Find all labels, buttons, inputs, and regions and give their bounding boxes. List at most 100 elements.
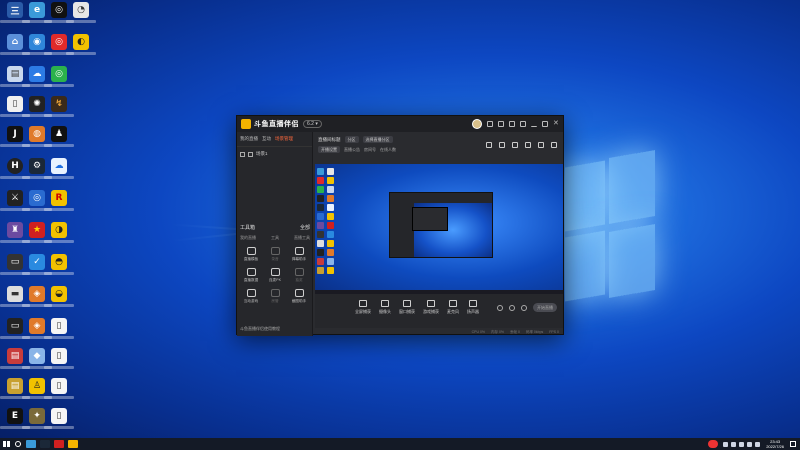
desktop-icon[interactable]: ▯ [44,318,74,339]
room-category[interactable]: 分区 [344,136,359,143]
tool-icon [294,289,304,297]
desktop-icon[interactable]: ◔ [66,2,96,23]
share-icon[interactable] [486,142,492,148]
tool-label: 录音 [271,257,279,261]
monitor-icon [359,300,367,307]
lock-icon[interactable] [248,151,253,157]
desktop-icon[interactable]: ▯ [44,408,74,429]
start-button[interactable] [0,438,12,450]
menu-icon[interactable] [520,121,526,127]
desktop-icon[interactable]: ▯ [44,348,74,369]
filter-icon[interactable] [509,304,515,311]
tool-item[interactable]: 连麦PK [263,268,287,283]
taskbar-clock[interactable]: 23:43 2022/7/26 [766,439,784,449]
record-icon[interactable] [499,142,505,148]
taskbar-app-icon[interactable] [54,440,64,448]
search-icon[interactable] [15,441,21,447]
tool-item[interactable]: 房管 [263,289,287,304]
streaming-app-window: 斗鱼直播伴侣 6.2 ▾ ✕ 我的直播 互动 场景管理 场景1 工具箱 全部 我… [236,115,564,336]
taskbar-app-icon[interactable] [40,440,50,448]
status-item: 丢帧 0 [510,329,520,334]
tool-item[interactable]: 截图助手 [287,289,311,304]
tool-item[interactable]: 录音 [263,247,287,262]
eye-icon[interactable] [240,151,245,157]
source-toolbar: 全屏捕获 摄像头 窗口捕获 游戏捕获 麦克风 扬声器 开始直播 [315,294,563,328]
notification-icon[interactable] [790,441,796,447]
stream-preview[interactable] [315,164,563,294]
status-item: FPS 0 [549,330,559,334]
tool-item[interactable]: 弹幕助手 [287,247,311,262]
tray-icon[interactable] [731,441,737,447]
camera-icon[interactable] [525,142,531,148]
start-live-button[interactable]: 开始直播 [533,303,557,312]
windows-icon [3,441,10,447]
room-sub-item[interactable]: 开播设置 [318,146,340,153]
tool-item[interactable]: 直播数据 [239,268,263,283]
desktop-icon[interactable]: ◎ [44,66,74,87]
record-icon[interactable] [497,304,503,311]
desktop-icon[interactable]: ▯ [44,378,74,399]
add-window-capture-button[interactable]: 窗口捕获 [399,300,415,315]
source-label: 麦克风 [447,309,459,314]
volume-icon[interactable] [755,441,761,447]
tool-icon [270,247,280,255]
source-label: 窗口捕获 [399,309,415,314]
tray-icon[interactable] [739,441,745,447]
desktop-icon[interactable]: ◑ [44,222,74,243]
add-fullscreen-capture-button[interactable]: 全屏捕获 [355,300,371,315]
ime-icon[interactable] [708,440,719,448]
minimize-icon[interactable] [531,121,537,127]
source-label: 全屏捕获 [355,309,371,314]
speaker-icon [469,300,477,307]
taskbar-app-icon[interactable] [68,440,78,448]
tool-item[interactable]: 互动游戏 [239,289,263,304]
speaker-button[interactable]: 扬声器 [467,300,479,315]
add-camera-button[interactable]: 摄像头 [379,300,391,315]
microphone-button[interactable]: 麦克风 [447,300,459,315]
network-icon[interactable] [747,441,753,447]
room-edit-button[interactable]: 选择直播分区 [362,136,393,143]
desktop-icon[interactable]: ☁ [44,158,74,179]
system-tray: 23:43 2022/7/26 [708,439,800,449]
user-avatar[interactable] [472,119,482,129]
tray-icon[interactable] [723,441,729,447]
close-icon[interactable]: ✕ [553,120,559,127]
more-icon[interactable] [551,142,557,148]
version-badge[interactable]: 6.2 ▾ [303,120,322,128]
toolbox-tab[interactable]: 我的直播 [240,235,256,241]
tool-label: 互动游戏 [243,299,259,303]
tab-scene-manage[interactable]: 场景管理 [275,136,293,142]
clock-date: 2022/7/26 [766,444,784,449]
desktop-icon[interactable]: ◐ [66,34,96,55]
tab-interact[interactable]: 互动 [262,136,271,142]
tool-label: 连麦PK [269,278,281,282]
desktop-icon[interactable]: ♟ [44,126,74,147]
windows-logo-wallpaper [565,149,655,310]
tool-icon [246,289,256,297]
desktop-icon[interactable]: ↯ [44,96,74,117]
notice-icon[interactable] [538,142,544,148]
desktop-icon[interactable]: ◒ [44,286,74,307]
gear-icon[interactable] [521,304,527,311]
toolbox-tab[interactable]: 工具 [271,235,279,241]
toolbox-title: 工具箱 [240,225,256,231]
tool-label: 截图助手 [291,299,307,303]
tab-my-live[interactable]: 我的直播 [240,136,258,142]
tutorial-link[interactable]: 斗鱼直播伴侣使用教程 [240,326,280,332]
microphone-icon [449,300,457,307]
desktop-icon[interactable]: ◓ [44,254,74,275]
layout-icon[interactable] [512,142,518,148]
message-icon[interactable] [487,121,493,127]
toolbox-tab[interactable]: 直播工具 [294,235,310,241]
scene-item[interactable]: 场景1 [237,147,312,161]
settings-icon[interactable] [509,121,515,127]
maximize-icon[interactable] [542,121,548,127]
room-title[interactable]: 直播间标题 [318,137,341,143]
add-game-capture-button[interactable]: 游戏捕获 [423,300,439,315]
toolbox-more-link[interactable]: 全部 [300,224,310,231]
tool-item[interactable]: 抽奖 [287,268,311,283]
skin-icon[interactable] [498,121,504,127]
desktop-icon[interactable]: R [44,190,74,211]
tool-item[interactable]: 直播模板 [239,247,263,262]
taskbar-app-icon[interactable] [26,440,36,448]
